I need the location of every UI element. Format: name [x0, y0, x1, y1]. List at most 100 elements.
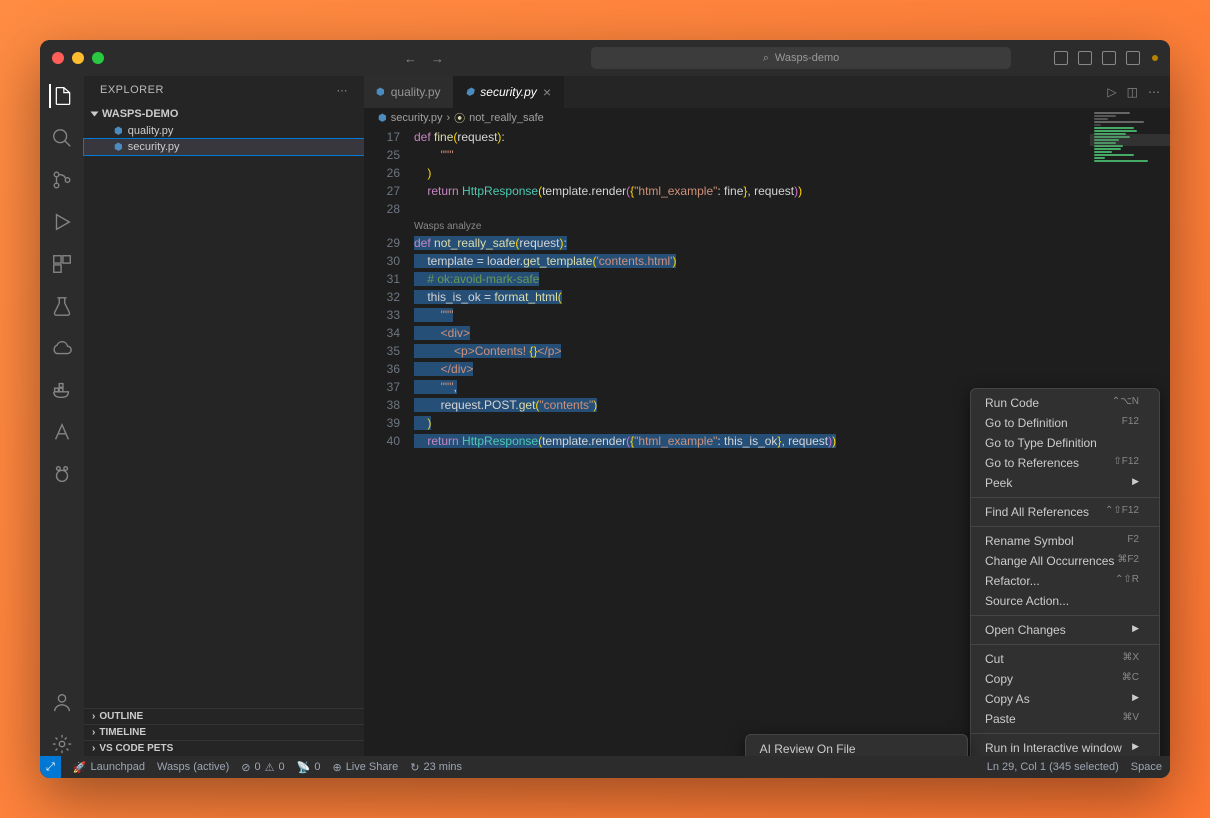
command-center[interactable]: ⌕ Wasps-demo	[591, 47, 1011, 69]
sb-problems[interactable]: ⊘ 0 ⚠ 0	[241, 761, 284, 774]
nav-arrows: ← →	[404, 51, 444, 66]
folder-header[interactable]: WASPS-DEMO	[84, 105, 364, 123]
activity-bar	[40, 76, 84, 756]
menu-item[interactable]: Go to DefinitionF12	[971, 413, 1159, 433]
nav-back-icon[interactable]: ←	[404, 51, 417, 66]
sb-spaces[interactable]: Space	[1131, 761, 1162, 773]
source-control-icon[interactable]	[50, 168, 74, 192]
minimize-window-button[interactable]	[72, 52, 84, 64]
pet-icon[interactable]	[50, 462, 74, 486]
breadcrumb[interactable]: ⬢ security.py › ⦿ not_really_safe	[364, 108, 1170, 128]
code-line[interactable]: </div>	[414, 360, 1170, 378]
context-menu[interactable]: Run Code⌃⌥NGo to DefinitionF12Go to Type…	[970, 388, 1160, 756]
editor-tab[interactable]: ⬢quality.py	[364, 76, 454, 108]
menu-item[interactable]: Paste⌘V	[971, 709, 1159, 729]
sb-liveshare[interactable]: ⊕ Live Share	[332, 761, 398, 774]
code-line[interactable]: # ok:avoid-mark-safe	[414, 270, 1170, 288]
menu-item[interactable]: Run Code⌃⌥N	[971, 393, 1159, 413]
explorer-icon[interactable]	[49, 84, 73, 108]
minimap[interactable]	[1090, 108, 1170, 228]
sb-time[interactable]: ↻ 23 mins	[410, 761, 462, 774]
sb-wasps[interactable]: Wasps (active)	[157, 761, 229, 773]
menu-label: Refactor...	[985, 574, 1040, 588]
code-line[interactable]: """	[414, 306, 1170, 324]
layout-customize-icon[interactable]	[1126, 51, 1140, 65]
titlebar-actions	[1054, 51, 1158, 65]
run-debug-icon[interactable]	[50, 210, 74, 234]
submenu-item[interactable]: AI Review On File	[746, 739, 967, 756]
code-line[interactable]	[414, 200, 1170, 218]
menu-label: Source Action...	[985, 594, 1069, 608]
cloud-icon[interactable]	[50, 336, 74, 360]
code-line[interactable]: <div>	[414, 324, 1170, 342]
sb-cursor[interactable]: Ln 29, Col 1 (345 selected)	[987, 761, 1119, 773]
editor-tab[interactable]: ⬢security.py×	[454, 76, 564, 108]
file-item[interactable]: ⬢quality.py	[84, 123, 364, 139]
code-line[interactable]: """	[414, 146, 1170, 164]
menu-separator	[971, 526, 1159, 527]
menu-item[interactable]: Go to References⇧F12	[971, 453, 1159, 473]
maximize-window-button[interactable]	[92, 52, 104, 64]
menu-item[interactable]: Change All Occurrences⌘F2	[971, 551, 1159, 571]
code-line[interactable]: template = loader.get_template('contents…	[414, 252, 1170, 270]
menu-label: Rename Symbol	[985, 534, 1074, 548]
menu-item[interactable]: Peek▶	[971, 473, 1159, 493]
shortcut: F12	[1122, 416, 1139, 430]
code-line[interactable]: this_is_ok = format_html(	[414, 288, 1170, 306]
code-line[interactable]: def fine(request):	[414, 128, 1170, 146]
beaker-icon[interactable]	[50, 294, 74, 318]
menu-separator	[971, 497, 1159, 498]
file-item[interactable]: ⬢security.py	[84, 139, 364, 155]
wasps-submenu[interactable]: AI Review On FileAI Review On Selected C…	[745, 734, 968, 756]
more-tab-icon[interactable]: ⋯	[1148, 85, 1160, 99]
line-number: 27	[364, 182, 400, 200]
sidebar-more-icon[interactable]: ⋯	[337, 84, 349, 97]
menu-item[interactable]: Open Changes▶	[971, 620, 1159, 640]
search-icon: ⌕	[763, 52, 769, 65]
shortcut: ⌘X	[1122, 652, 1139, 666]
menu-item[interactable]: Find All References⌃⇧F12	[971, 502, 1159, 522]
menu-item[interactable]: Cut⌘X	[971, 649, 1159, 669]
section-pets[interactable]: ›VS CODE PETS	[84, 740, 364, 756]
account-icon[interactable]	[50, 690, 74, 714]
section-timeline[interactable]: ›TIMELINE	[84, 724, 364, 740]
section-outline[interactable]: ›OUTLINE	[84, 708, 364, 724]
menu-item[interactable]: Refactor...⌃⇧R	[971, 571, 1159, 591]
nav-forward-icon[interactable]: →	[431, 51, 444, 66]
search-activity-icon[interactable]	[50, 126, 74, 150]
close-tab-icon[interactable]: ×	[543, 84, 551, 100]
remote-indicator[interactable]: ⤢	[40, 756, 61, 778]
sb-ports[interactable]: 📡 0	[297, 761, 321, 774]
python-icon: ⬢	[378, 113, 387, 124]
menu-item[interactable]: Rename SymbolF2	[971, 531, 1159, 551]
code-line[interactable]: return HttpResponse(template.render({"ht…	[414, 182, 1170, 200]
line-number: 33	[364, 306, 400, 324]
codelens[interactable]: Wasps analyze	[414, 218, 1170, 234]
extensions-icon[interactable]	[50, 252, 74, 276]
minimap-viewport[interactable]	[1090, 134, 1170, 146]
sb-launchpad[interactable]: 🚀 Launchpad	[73, 761, 145, 774]
code-line[interactable]: def not_really_safe(request):	[414, 234, 1170, 252]
sidebar-header: EXPLORER ⋯	[84, 76, 364, 105]
tab-actions: ▷ ◫ ⋯	[1097, 85, 1170, 99]
menu-item[interactable]: Go to Type Definition	[971, 433, 1159, 453]
menu-item[interactable]: Copy As▶	[971, 689, 1159, 709]
menu-item[interactable]: Run in Interactive window▶	[971, 738, 1159, 756]
layout-sidebar-left-icon[interactable]	[1054, 51, 1068, 65]
shortcut: ⇧F12	[1113, 456, 1139, 470]
chevron-right-icon: ▶	[1132, 692, 1139, 706]
layout-sidebar-right-icon[interactable]	[1102, 51, 1116, 65]
code-line[interactable]: )	[414, 164, 1170, 182]
split-icon[interactable]: ◫	[1127, 85, 1138, 99]
menu-item[interactable]: Copy⌘C	[971, 669, 1159, 689]
docker-icon[interactable]	[50, 378, 74, 402]
run-icon[interactable]: ▷	[1107, 85, 1116, 99]
close-window-button[interactable]	[52, 52, 64, 64]
line-number: 36	[364, 360, 400, 378]
ai-icon[interactable]	[50, 420, 74, 444]
line-number: 35	[364, 342, 400, 360]
menu-item[interactable]: Source Action...	[971, 591, 1159, 611]
code-line[interactable]: <p>Contents! {}</p>	[414, 342, 1170, 360]
layout-panel-icon[interactable]	[1078, 51, 1092, 65]
settings-gear-icon[interactable]	[50, 732, 74, 756]
